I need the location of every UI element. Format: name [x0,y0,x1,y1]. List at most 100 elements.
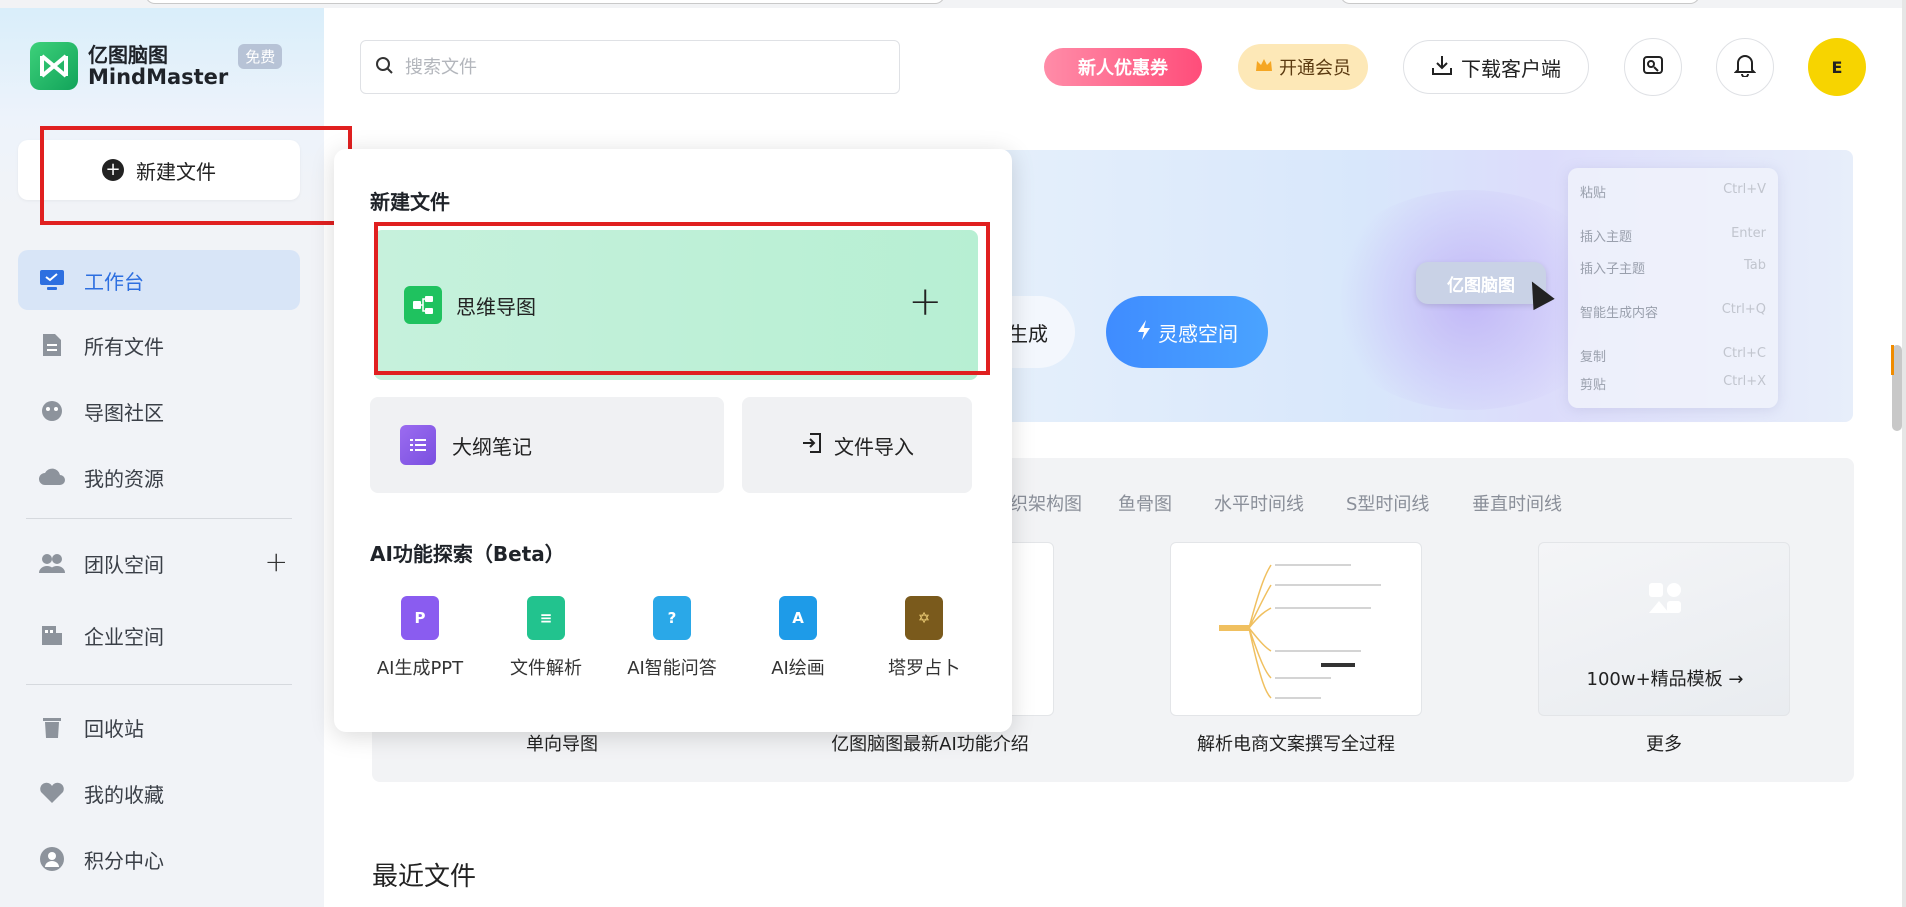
template-tab[interactable]: S型时间线 [1346,490,1429,516]
workbench-icon [38,266,66,294]
inspiration-label: 灵感空间 [1158,321,1238,346]
ai-option-label: AI生成PPT [376,658,464,679]
screenshot-tool-button[interactable] [1624,38,1682,96]
search-icon [375,56,393,78]
ai-option-label: 塔罗占卜 [888,658,960,679]
sidebar-item-enterprise[interactable]: 企业空间 [18,605,300,665]
scrollbar-accent [1891,345,1894,375]
crown-icon [1255,57,1273,78]
template-caption: 单向导图 [526,734,598,755]
team-icon [38,549,66,577]
template-caption: 解析电商文案撰写全过程 [1197,734,1395,755]
highlight-box [40,126,352,225]
template-tab[interactable]: 垂直时间线 [1472,490,1562,516]
template-gallery-icon [1647,581,1683,619]
heart-icon [38,779,66,807]
sidebar-item-label: 回收站 [84,716,144,741]
ai-option-label: AI绘画 [771,658,825,679]
highlight-box [374,222,990,375]
sidebar-item-team[interactable]: 团队空间 + [18,533,300,593]
sidebar-item-workbench[interactable]: 工作台 [18,250,300,310]
search-input[interactable] [405,56,865,78]
add-team-icon[interactable]: + [265,547,288,577]
search-box[interactable] [360,40,900,94]
new-outline-option[interactable]: 大纲笔记 [370,397,724,493]
ctx-menu-item: 粘贴 Ctrl+V [1580,182,1766,201]
sidebar-item-label: 导图社区 [84,400,164,425]
community-icon [38,397,66,425]
ctx-menu-item: 插入子主题 Tab [1580,258,1766,277]
app-logo[interactable]: 亿图脑图 MindMaster 免费 [30,42,283,90]
more-templates-card[interactable]: 100w+精品模板 → [1538,542,1790,716]
app-window: 亿图脑图 MindMaster 免费 + 新建文件 工作台 所有文件 导图社区 … [0,0,1906,907]
notifications-button[interactable] [1716,38,1774,96]
sidebar-item-community[interactable]: 导图社区 [18,381,300,441]
sidebar-item-label: 积分中心 [84,848,164,873]
template-tab[interactable]: 鱼骨图 [1118,490,1172,516]
logo-cn: 亿图脑图 [88,43,168,67]
doc-parse-icon: ≡ [527,596,565,640]
sidebar-item-label: 我的资源 [84,466,164,491]
ctx-menu-item: 剪贴 Ctrl+X [1580,374,1766,393]
vip-label: 开通会员 [1279,58,1351,79]
promo-label: 新人优惠券 [1078,58,1168,79]
plan-badge: 免费 [238,43,283,69]
outline-icon [400,425,436,465]
paint-icon: A [779,596,817,640]
outline-label: 大纲笔记 [452,434,532,459]
logo-en: MindMaster [88,65,229,89]
ai-doc-parse-option[interactable]: ≡ 文件解析 [486,596,606,680]
import-icon [800,431,824,460]
browser-tab[interactable] [145,0,945,4]
qa-icon: ? [653,596,691,640]
sidebar-item-resources[interactable]: 我的资源 [18,447,300,507]
cloud-icon [38,463,66,491]
sidebar-divider [26,684,292,685]
sidebar-item-favorites[interactable]: 我的收藏 [18,763,300,823]
recent-files-heading: 最近文件 [372,862,477,892]
mindmaster-logo-icon [30,42,78,90]
sidebar-divider [26,518,292,519]
sidebar-item-all-files[interactable]: 所有文件 [18,315,300,375]
window-edge [1902,0,1906,907]
template-tab[interactable]: 织架构图 [1010,490,1082,516]
tarot-icon: ✡ [905,596,943,640]
enterprise-icon [38,621,66,649]
sidebar-item-label: 所有文件 [84,334,164,359]
lightning-icon [1136,319,1152,346]
ai-section-title: AI功能探索（Beta） [370,542,565,566]
ctx-menu-item: 复制 Ctrl+C [1580,346,1766,365]
inspiration-space-button[interactable]: 灵感空间 [1106,296,1268,368]
sidebar-item-label: 企业空间 [84,624,164,649]
template-caption: 亿图脑图最新AI功能介绍 [831,734,1029,755]
logo-text: 亿图脑图 MindMaster [88,44,228,88]
template-card[interactable] [1170,542,1422,716]
download-client-button[interactable]: 下载客户端 [1403,40,1589,94]
ctx-menu-item: 智能生成内容 Ctrl+Q [1580,302,1766,321]
sidebar-item-trash[interactable]: 回收站 [18,697,300,757]
more-templates-overlay: 100w+精品模板 → [1586,669,1744,690]
ai-ppt-option[interactable]: P AI生成PPT [360,596,480,680]
bell-icon [1733,53,1757,81]
browser-top-strip [0,0,1906,8]
sidebar-item-points[interactable]: 积分中心 [18,829,300,889]
ppt-icon: P [401,596,439,640]
ai-option-label: AI智能问答 [627,658,717,679]
generate-pill-label: 生成 [1008,321,1048,346]
user-icon [38,845,66,873]
ai-tarot-option[interactable]: ✡ 塔罗占卜 [864,596,984,680]
file-icon [38,331,66,359]
ai-paint-option[interactable]: A AI绘画 [738,596,858,680]
avatar[interactable]: E [1808,38,1866,96]
import-file-option[interactable]: 文件导入 [742,397,972,493]
new-user-coupon-button[interactable]: 新人优惠券 [1044,48,1202,86]
download-icon [1431,54,1453,81]
browser-tab[interactable] [1340,0,1700,4]
ai-qa-option[interactable]: ? AI智能问答 [612,596,732,680]
ai-option-label: 文件解析 [510,658,582,679]
template-caption: 更多 [1646,734,1682,755]
vip-button[interactable]: 开通会员 [1238,44,1368,90]
sidebar-item-label: 团队空间 [84,552,164,577]
banner-context-menu: 粘贴 Ctrl+V 插入主题 Enter 插入子主题 Tab 智能生成内容 Ctrl+Q… [1568,168,1778,408]
template-tab[interactable]: 水平时间线 [1214,490,1304,516]
